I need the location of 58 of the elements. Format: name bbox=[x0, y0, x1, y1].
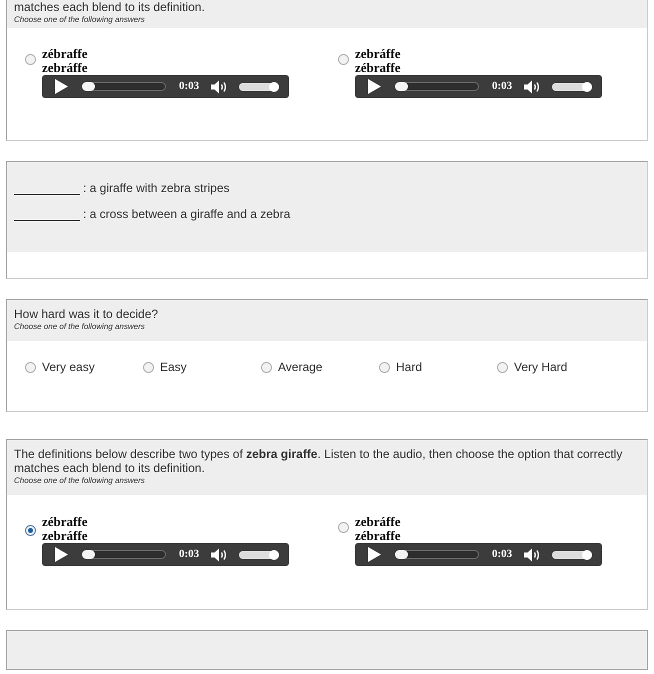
seek-slider[interactable] bbox=[82, 82, 166, 91]
option-label: Very Hard bbox=[514, 360, 568, 374]
seek-slider[interactable] bbox=[82, 550, 166, 559]
seek-thumb[interactable] bbox=[82, 82, 95, 91]
time-display: 0:03 bbox=[492, 548, 512, 561]
option-label: Very easy bbox=[42, 360, 95, 374]
radio-button[interactable] bbox=[261, 362, 272, 372]
time-display: 0:03 bbox=[179, 80, 200, 93]
radio-button[interactable] bbox=[25, 54, 36, 65]
volume-thumb[interactable] bbox=[269, 550, 280, 560]
volume-slider[interactable] bbox=[552, 550, 592, 558]
definition-text: : a giraffe with zebra stripes bbox=[83, 181, 230, 195]
play-icon bbox=[55, 547, 68, 562]
play-icon bbox=[55, 79, 68, 94]
play-button[interactable] bbox=[55, 79, 68, 94]
radio-button[interactable] bbox=[379, 362, 390, 372]
option-label: zébraffe bbox=[355, 61, 400, 75]
seek-thumb[interactable] bbox=[395, 82, 408, 91]
radio-button[interactable] bbox=[497, 362, 508, 372]
option-label: zebráffe bbox=[355, 515, 400, 529]
instruction-text: Choose one of the following answers bbox=[14, 321, 146, 332]
option-label: Average bbox=[278, 360, 322, 374]
volume-slider[interactable] bbox=[239, 550, 280, 558]
option-label: zebráffe bbox=[355, 47, 400, 61]
option-label: Hard bbox=[396, 360, 422, 374]
question-prompt: How hard was it to decide? bbox=[14, 307, 160, 321]
seek-slider[interactable] bbox=[395, 82, 479, 91]
play-button[interactable] bbox=[368, 547, 381, 562]
radio-button[interactable] bbox=[143, 362, 154, 372]
seek-thumb[interactable] bbox=[395, 550, 408, 559]
radio-button[interactable] bbox=[25, 362, 36, 372]
option-label: zebráffe bbox=[42, 529, 88, 543]
option-label: zébraffe bbox=[42, 515, 88, 529]
time-display: 0:03 bbox=[179, 548, 200, 561]
play-button[interactable] bbox=[368, 79, 381, 94]
volume-thumb[interactable] bbox=[582, 82, 592, 92]
radio-button[interactable] bbox=[338, 522, 349, 533]
radio-button[interactable] bbox=[338, 54, 349, 65]
option-label: zébraffe bbox=[355, 529, 400, 543]
question-prompt: The definitions below describe two types of zebra giraffe. Listen to the audio, then choose the option that correctly matches each blend to its definition. bbox=[14, 447, 624, 475]
option-label: zébraffe bbox=[42, 47, 88, 61]
play-icon bbox=[368, 547, 381, 562]
play-icon bbox=[368, 79, 381, 94]
instruction-text: Choose one of the following answers bbox=[14, 14, 146, 25]
option-label: Easy bbox=[160, 360, 187, 374]
seek-thumb[interactable] bbox=[82, 550, 95, 559]
volume-slider[interactable] bbox=[239, 82, 280, 90]
volume-thumb[interactable] bbox=[269, 82, 280, 92]
play-button[interactable] bbox=[55, 547, 68, 562]
volume-slider[interactable] bbox=[552, 82, 592, 90]
radio-button[interactable] bbox=[25, 525, 36, 536]
definition-text: : a cross between a giraffe and a zebra bbox=[83, 207, 290, 221]
option-label: zebráffe bbox=[42, 61, 88, 75]
seek-slider[interactable] bbox=[395, 550, 479, 559]
instruction-text: Choose one of the following answers bbox=[14, 475, 146, 486]
time-display: 0:03 bbox=[492, 80, 512, 93]
volume-thumb[interactable] bbox=[582, 550, 592, 560]
question-prompt: matches each blend to its definition. bbox=[14, 0, 206, 14]
